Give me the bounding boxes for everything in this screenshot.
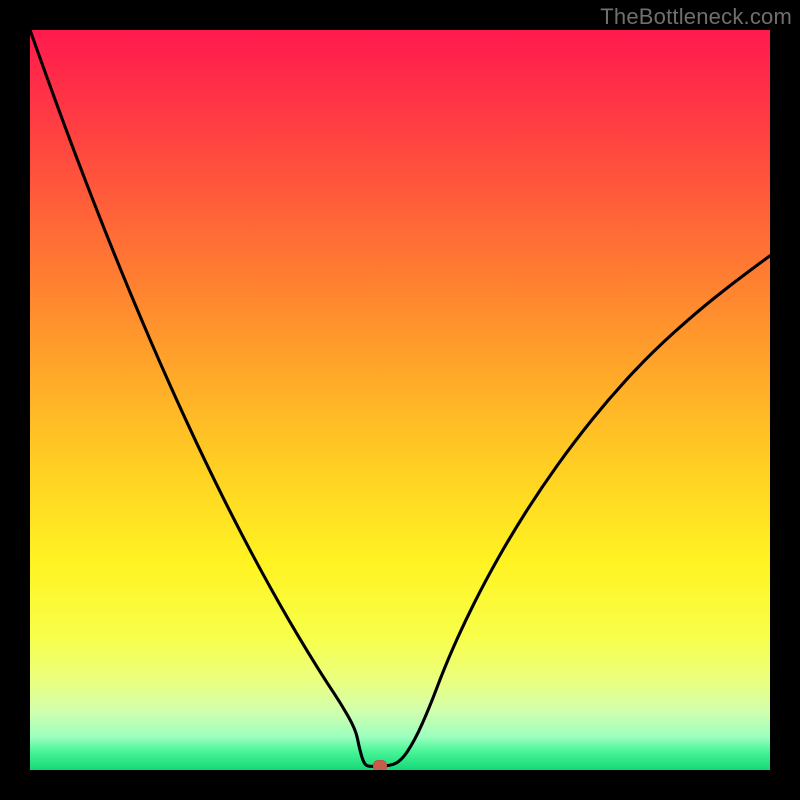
plot-svg bbox=[30, 30, 770, 770]
watermark-text: TheBottleneck.com bbox=[600, 4, 792, 30]
plot-area bbox=[30, 30, 770, 770]
gradient-background bbox=[30, 30, 770, 770]
chart-frame: TheBottleneck.com bbox=[0, 0, 800, 800]
